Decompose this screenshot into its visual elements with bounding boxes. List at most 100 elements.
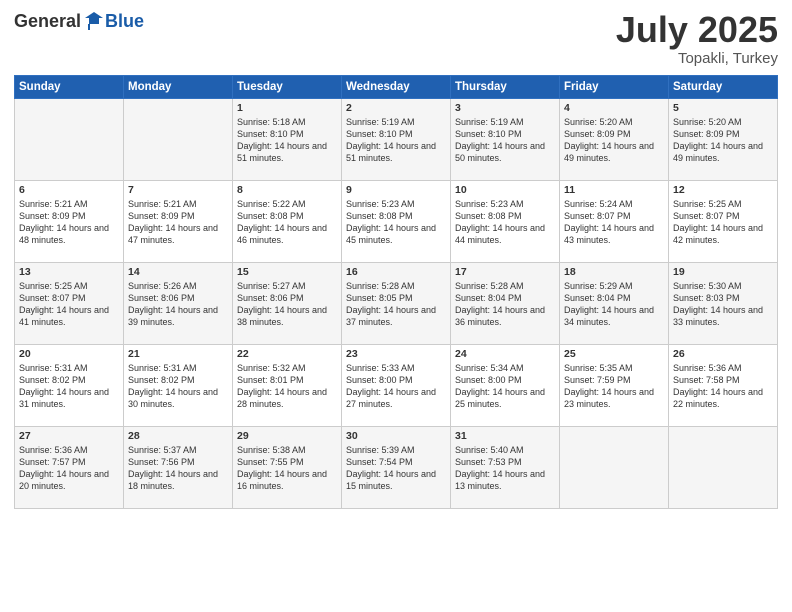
day-info: Sunrise: 5:20 AM Sunset: 8:09 PM Dayligh… [564,116,664,165]
col-header-thursday: Thursday [451,75,560,98]
day-cell: 4 Sunrise: 5:20 AM Sunset: 8:09 PM Daylig… [560,98,669,180]
day-cell: 23 Sunrise: 5:33 AM Sunset: 8:00 PM Dayli… [342,344,451,426]
day-number: 24 [455,348,555,360]
day-number: 17 [455,266,555,278]
col-header-tuesday: Tuesday [233,75,342,98]
day-cell: 8Sunrise: 5:22 AM Sunset: 8:08 PM Daylig… [233,180,342,262]
header-row: SundayMondayTuesdayWednesdayThursdayFrid… [15,75,778,98]
location-title: Topakli, Turkey [616,50,778,67]
day-cell: 15Sunrise: 5:27 AM Sunset: 8:06 PM Dayli… [233,262,342,344]
logo-text-blue: Blue [105,11,144,32]
day-number: 22 [237,348,337,360]
day-info: Sunrise: 5:34 AM Sunset: 8:00 PM Dayligh… [455,362,555,411]
day-cell: 24 Sunrise: 5:34 AM Sunset: 8:00 PM Dayli… [451,344,560,426]
week-row-5: 27 Sunrise: 5:36 AM Sunset: 7:57 PM Dayli… [15,426,778,508]
day-number: 29 [237,430,337,442]
day-cell: 20 Sunrise: 5:31 AM Sunset: 8:02 PM Dayli… [15,344,124,426]
day-cell: 2 Sunrise: 5:19 AM Sunset: 8:10 PM Daylig… [342,98,451,180]
day-number: 9 [346,184,446,196]
day-cell: 6Sunrise: 5:21 AM Sunset: 8:09 PM Daylig… [15,180,124,262]
day-info: Sunrise: 5:30 AM Sunset: 8:03 PM Dayligh… [673,280,773,329]
day-number: 3 [455,102,555,114]
day-info: Sunrise: 5:40 AM Sunset: 7:53 PM Dayligh… [455,444,555,493]
day-cell: 13 Sunrise: 5:25 AM Sunset: 8:07 PM Dayli… [15,262,124,344]
day-cell: 16 Sunrise: 5:28 AM Sunset: 8:05 PM Dayli… [342,262,451,344]
day-cell: 3Sunrise: 5:19 AM Sunset: 8:10 PM Daylig… [451,98,560,180]
day-cell: 11 Sunrise: 5:24 AM Sunset: 8:07 PM Dayli… [560,180,669,262]
day-info: Sunrise: 5:38 AM Sunset: 7:55 PM Dayligh… [237,444,337,493]
day-cell [669,426,778,508]
day-number: 20 [19,348,119,360]
day-info: Sunrise: 5:20 AM Sunset: 8:09 PM Dayligh… [673,116,773,165]
logo: General Blue [14,10,144,32]
day-cell: 7Sunrise: 5:21 AM Sunset: 8:09 PM Daylig… [124,180,233,262]
title-block: July 2025 Topakli, Turkey [616,10,778,67]
day-number: 12 [673,184,773,196]
day-number: 26 [673,348,773,360]
day-info: Sunrise: 5:31 AM Sunset: 8:02 PM Dayligh… [128,362,228,411]
col-header-monday: Monday [124,75,233,98]
day-info: Sunrise: 5:23 AM Sunset: 8:08 PM Dayligh… [346,198,446,247]
day-cell: 26 Sunrise: 5:36 AM Sunset: 7:58 PM Dayli… [669,344,778,426]
day-info: Sunrise: 5:36 AM Sunset: 7:57 PM Dayligh… [19,444,119,493]
day-number: 19 [673,266,773,278]
day-info: Sunrise: 5:28 AM Sunset: 8:04 PM Dayligh… [455,280,555,329]
day-info: Sunrise: 5:39 AM Sunset: 7:54 PM Dayligh… [346,444,446,493]
day-number: 2 [346,102,446,114]
week-row-2: 6 Sunrise: 5:21 AM Sunset: 8:09 PM Daylig… [15,180,778,262]
day-info: Sunrise: 5:24 AM Sunset: 8:07 PM Dayligh… [564,198,664,247]
day-number: 6 [19,184,119,196]
calendar-container: General Blue July 2025 Topakli, Turkey S… [0,0,792,517]
day-cell: 21 Sunrise: 5:31 AM Sunset: 8:02 PM Dayli… [124,344,233,426]
logo-flag-icon [83,10,105,32]
day-info: Sunrise: 5:37 AM Sunset: 7:56 PM Dayligh… [128,444,228,493]
day-cell [124,98,233,180]
day-info: Sunrise: 5:35 AM Sunset: 7:59 PM Dayligh… [564,362,664,411]
day-number: 13 [19,266,119,278]
day-number: 31 [455,430,555,442]
day-number: 30 [346,430,446,442]
day-cell: 1Sunrise: 5:18 AM Sunset: 8:10 PM Daylig… [233,98,342,180]
day-number: 27 [19,430,119,442]
col-header-wednesday: Wednesday [342,75,451,98]
col-header-saturday: Saturday [669,75,778,98]
day-info: Sunrise: 5:19 AM Sunset: 8:10 PM Dayligh… [346,116,446,165]
calendar-table: SundayMondayTuesdayWednesdayThursdayFrid… [14,75,778,509]
day-number: 4 [564,102,664,114]
day-cell: 27 Sunrise: 5:36 AM Sunset: 7:57 PM Dayli… [15,426,124,508]
day-cell: 18Sunrise: 5:29 AM Sunset: 8:04 PM Dayli… [560,262,669,344]
day-info: Sunrise: 5:28 AM Sunset: 8:05 PM Dayligh… [346,280,446,329]
day-info: Sunrise: 5:22 AM Sunset: 8:08 PM Dayligh… [237,198,337,247]
day-info: Sunrise: 5:18 AM Sunset: 8:10 PM Dayligh… [237,116,337,165]
day-cell: 30 Sunrise: 5:39 AM Sunset: 7:54 PM Dayli… [342,426,451,508]
day-number: 11 [564,184,664,196]
day-number: 16 [346,266,446,278]
month-title: July 2025 [616,10,778,50]
day-number: 14 [128,266,228,278]
day-number: 28 [128,430,228,442]
day-cell: 17 Sunrise: 5:28 AM Sunset: 8:04 PM Dayli… [451,262,560,344]
day-cell: 12 Sunrise: 5:25 AM Sunset: 8:07 PM Dayli… [669,180,778,262]
day-cell: 14 Sunrise: 5:26 AM Sunset: 8:06 PM Dayli… [124,262,233,344]
day-number: 5 [673,102,773,114]
day-info: Sunrise: 5:29 AM Sunset: 8:04 PM Dayligh… [564,280,664,329]
day-number: 21 [128,348,228,360]
col-header-sunday: Sunday [15,75,124,98]
day-info: Sunrise: 5:21 AM Sunset: 8:09 PM Dayligh… [128,198,228,247]
day-number: 23 [346,348,446,360]
day-info: Sunrise: 5:25 AM Sunset: 8:07 PM Dayligh… [19,280,119,329]
day-cell: 10Sunrise: 5:23 AM Sunset: 8:08 PM Dayli… [451,180,560,262]
week-row-4: 20 Sunrise: 5:31 AM Sunset: 8:02 PM Dayli… [15,344,778,426]
day-number: 15 [237,266,337,278]
week-row-3: 13 Sunrise: 5:25 AM Sunset: 8:07 PM Dayli… [15,262,778,344]
day-cell: 28 Sunrise: 5:37 AM Sunset: 7:56 PM Dayli… [124,426,233,508]
header: General Blue July 2025 Topakli, Turkey [14,10,778,67]
day-info: Sunrise: 5:36 AM Sunset: 7:58 PM Dayligh… [673,362,773,411]
day-info: Sunrise: 5:26 AM Sunset: 8:06 PM Dayligh… [128,280,228,329]
day-cell [560,426,669,508]
day-info: Sunrise: 5:32 AM Sunset: 8:01 PM Dayligh… [237,362,337,411]
day-info: Sunrise: 5:25 AM Sunset: 8:07 PM Dayligh… [673,198,773,247]
day-info: Sunrise: 5:33 AM Sunset: 8:00 PM Dayligh… [346,362,446,411]
day-info: Sunrise: 5:31 AM Sunset: 8:02 PM Dayligh… [19,362,119,411]
day-cell: 25Sunrise: 5:35 AM Sunset: 7:59 PM Dayli… [560,344,669,426]
